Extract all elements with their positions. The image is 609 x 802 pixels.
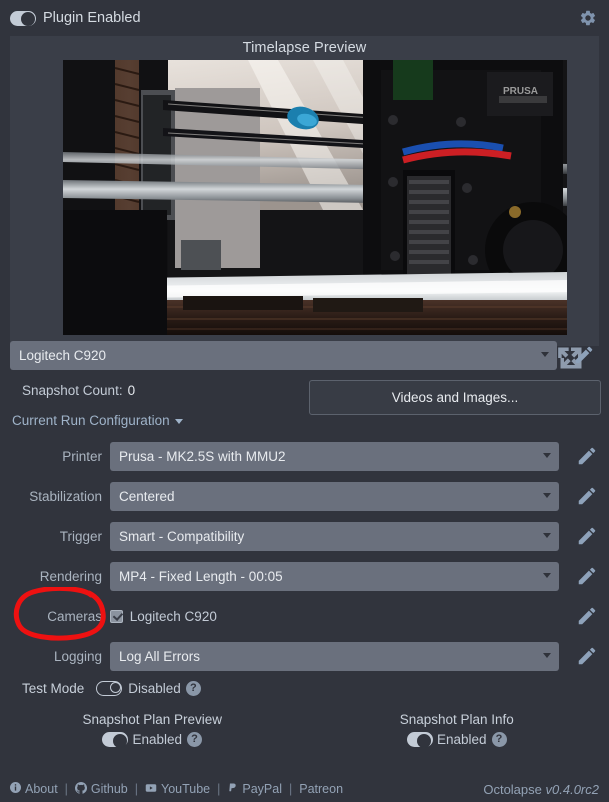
top-bar: Plugin Enabled xyxy=(0,0,609,36)
stabilization-label: Stabilization xyxy=(29,488,102,504)
snapshot-plan-preview-column: Snapshot Plan Preview Enabled ? xyxy=(0,712,305,750)
snapshot-count-label: Snapshot Count: xyxy=(22,383,123,398)
help-icon[interactable]: ? xyxy=(491,732,507,747)
camera-name-label: Logitech C920 xyxy=(129,608,217,624)
rendering-select[interactable]: MP4 - Fixed Length - 00:05 xyxy=(110,561,559,591)
chevron-down-icon xyxy=(174,418,183,424)
chevron-down-icon xyxy=(543,492,551,498)
footer-link-about-label: About xyxy=(25,782,58,796)
config-row-rendering: Rendering MP4 - Fixed Length - 00:05 xyxy=(0,556,609,596)
timelapse-preview-panel: Timelapse Preview PRUSA xyxy=(10,36,599,369)
rendering-select-value: MP4 - Fixed Length - 00:05 xyxy=(119,568,283,584)
logging-select[interactable]: Log All Errors xyxy=(110,641,559,671)
info-circle-icon xyxy=(10,782,21,796)
plugin-enabled-toggle[interactable] xyxy=(10,10,36,26)
youtube-icon xyxy=(145,782,157,797)
chevron-down-icon xyxy=(543,532,551,538)
trigger-select[interactable]: Smart - Compatibility xyxy=(110,521,559,551)
footer-link-youtube[interactable]: YouTube xyxy=(145,782,210,797)
footer-link-patreon[interactable]: Patreon xyxy=(299,782,343,796)
printer-edit-pencil-icon[interactable] xyxy=(565,445,609,467)
current-run-configuration-toggle[interactable]: Current Run Configuration xyxy=(12,413,183,428)
printer-select-value: Prusa - MK2.5S with MMU2 xyxy=(119,448,286,464)
webcam-preview-image[interactable]: PRUSA xyxy=(63,60,567,335)
stabilization-select-value: Centered xyxy=(119,488,175,504)
videos-and-images-button[interactable]: Videos and Images... xyxy=(309,380,601,415)
chevron-down-icon xyxy=(543,652,551,658)
plugin-enabled-label: Plugin Enabled xyxy=(43,10,141,26)
cameras-edit-pencil-icon[interactable] xyxy=(565,605,609,627)
trigger-label: Trigger xyxy=(59,528,102,544)
config-row-printer: Printer Prusa - MK2.5S with MMU2 xyxy=(0,436,609,476)
camera-select-value: Logitech C920 xyxy=(19,348,107,363)
gear-icon[interactable] xyxy=(579,9,597,27)
chevron-down-icon xyxy=(543,572,551,578)
footer-separator: | xyxy=(289,782,293,796)
github-icon xyxy=(74,781,87,797)
snapshot-plan-preview-toggle[interactable] xyxy=(102,732,129,748)
footer-separator: | xyxy=(64,782,68,796)
printer-select[interactable]: Prusa - MK2.5S with MMU2 xyxy=(110,441,559,471)
cameras-label: Cameras xyxy=(47,608,102,624)
config-row-stabilization: Stabilization Centered xyxy=(0,476,609,516)
preview-title: Timelapse Preview xyxy=(242,40,367,56)
rendering-label: Rendering xyxy=(39,568,102,584)
webcam-still: PRUSA xyxy=(63,60,567,335)
chevron-down-icon xyxy=(541,352,549,357)
chevron-down-icon xyxy=(543,452,551,458)
help-icon[interactable]: ? xyxy=(187,732,203,747)
printer-label: Printer xyxy=(62,448,102,464)
camera-select[interactable]: Logitech C920 xyxy=(10,341,557,370)
snapshot-plan-options: Snapshot Plan Preview Enabled ? Snapshot… xyxy=(0,712,609,750)
logging-select-value: Log All Errors xyxy=(119,648,201,664)
footer-separator: | xyxy=(217,782,221,796)
camera-edit-pencil-icon[interactable] xyxy=(573,344,595,369)
footer-separator: | xyxy=(134,782,139,796)
config-row-logging: Logging Log All Errors xyxy=(0,636,609,676)
trigger-edit-pencil-icon[interactable] xyxy=(565,525,609,547)
footer-link-github[interactable]: Github xyxy=(74,781,128,797)
footer-link-paypal-label: PayPal xyxy=(242,782,282,796)
version-info: Octolapse v0.4.0rc2 xyxy=(483,782,599,797)
config-row-trigger: Trigger Smart - Compatibility xyxy=(0,516,609,556)
snapshot-plan-preview-title: Snapshot Plan Preview xyxy=(82,712,223,727)
snapshot-count: Snapshot Count: 0 xyxy=(22,383,135,398)
help-icon[interactable]: ? xyxy=(185,681,201,696)
test-mode-state-label: Disabled xyxy=(128,681,181,696)
footer-link-patreon-label: Patreon xyxy=(299,782,344,796)
footer-link-about[interactable]: About xyxy=(10,782,58,796)
app-name: Octolapse xyxy=(483,781,542,797)
current-run-configuration-label: Current Run Configuration xyxy=(12,413,170,428)
snapshot-count-value: 0 xyxy=(127,383,136,398)
test-mode-row: Test Mode Disabled ? xyxy=(22,681,201,696)
footer-link-paypal[interactable]: PayPal xyxy=(227,782,282,797)
snapshot-plan-preview-state: Enabled xyxy=(132,732,183,747)
camera-select-row: Logitech C920 xyxy=(10,341,599,371)
footer-link-github-label: Github xyxy=(90,782,128,796)
stabilization-edit-pencil-icon[interactable] xyxy=(565,485,609,507)
logging-label: Logging xyxy=(53,648,102,664)
config-row-cameras: Cameras Logitech C920 xyxy=(0,596,609,636)
test-mode-toggle[interactable] xyxy=(96,681,123,696)
snapshot-plan-info-column: Snapshot Plan Info Enabled ? xyxy=(305,712,609,750)
snapshot-plan-info-title: Snapshot Plan Info xyxy=(399,712,514,727)
snapshot-plan-info-state: Enabled xyxy=(436,732,487,747)
rendering-edit-pencil-icon[interactable] xyxy=(565,565,609,587)
videos-and-images-label: Videos and Images... xyxy=(391,390,519,405)
test-mode-label: Test Mode xyxy=(22,681,85,696)
logging-edit-pencil-icon[interactable] xyxy=(565,645,609,667)
footer-link-youtube-label: YouTube xyxy=(161,782,211,796)
snapshot-plan-info-toggle[interactable] xyxy=(406,732,433,748)
camera-enabled-checkbox[interactable] xyxy=(110,609,123,623)
stabilization-select[interactable]: Centered xyxy=(110,481,559,511)
footer: About | Github | YouTube | PayPal | Patr… xyxy=(0,776,609,802)
svg-text:PRUSA: PRUSA xyxy=(503,86,538,97)
trigger-select-value: Smart - Compatibility xyxy=(119,528,245,544)
paypal-icon xyxy=(227,782,238,797)
app-version: v0.4.0rc2 xyxy=(545,781,599,797)
